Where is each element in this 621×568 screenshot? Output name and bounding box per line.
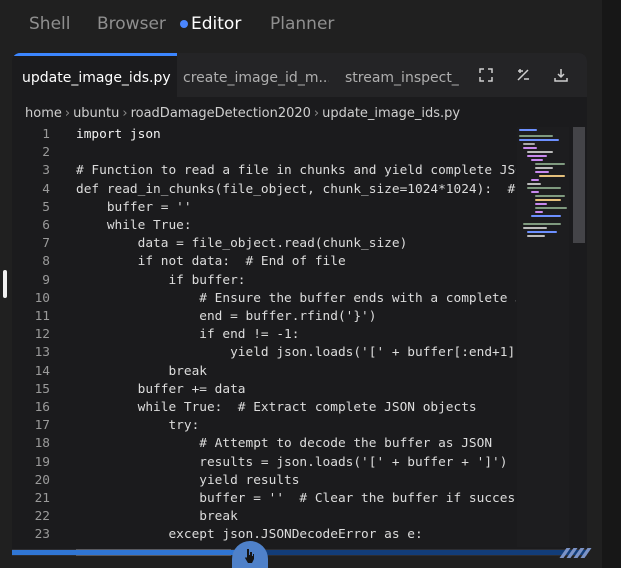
line-number: 4 [42, 181, 50, 197]
right-side-panel [602, 0, 621, 568]
code-line[interactable]: 19 results = json.loads('[' + buffer + '… [12, 454, 587, 472]
code-line-text[interactable]: try: [76, 417, 516, 435]
breadcrumb-file[interactable]: update_image_ids.py [322, 106, 460, 121]
code-line[interactable]: 23 except json.JSONDecodeError as e: [12, 526, 587, 543]
code-line-text[interactable]: yield json.loads('[' + buffer[:end+1] + [76, 344, 516, 362]
code-line[interactable]: 8 if not data: # End of file [12, 253, 587, 271]
code-line-text[interactable]: # Attempt to decode the buffer as JSON [76, 435, 516, 453]
line-number: 12 [34, 327, 50, 343]
hand-cursor-icon [244, 547, 255, 563]
code-line[interactable]: 20 yield results [12, 472, 587, 490]
code-line-text[interactable]: break [76, 508, 516, 526]
line-number: 7 [42, 236, 50, 252]
line-number: 19 [34, 454, 50, 470]
code-line[interactable]: 7 data = file_object.read(chunk_size) [12, 235, 587, 253]
code-line[interactable]: 16 while True: # Extract complete JSON o… [12, 399, 587, 417]
line-number: 17 [34, 418, 50, 434]
download-icon[interactable] [553, 67, 569, 83]
line-number: 21 [34, 491, 50, 506]
code-line[interactable]: 21 buffer = '' # Clear the buffer if suc… [12, 490, 587, 508]
code-line-text[interactable]: if buffer: [76, 272, 516, 290]
code-line-text[interactable]: buffer += data [76, 381, 516, 399]
breadcrumb-home[interactable]: home [25, 106, 62, 121]
code-minimap[interactable] [517, 127, 569, 547]
line-number: 2 [42, 145, 50, 161]
breadcrumb-separator-icon: › [64, 106, 71, 121]
tab-planner[interactable]: Planner [270, 14, 334, 34]
breadcrumb-project[interactable]: roadDamageDetection2020 [131, 106, 311, 121]
tab-editor[interactable]: Editor [191, 14, 241, 34]
line-number: 20 [34, 472, 50, 488]
code-line-text[interactable]: end = buffer.rfind('}') [76, 308, 516, 326]
line-number: 18 [34, 436, 50, 452]
code-line[interactable]: 4 def read_in_chunks(file_object, chunk_s… [12, 181, 587, 199]
line-number: 14 [34, 363, 50, 379]
active-tab-dot-icon [180, 20, 188, 28]
code-line[interactable]: 3 # Function to read a file in chunks and… [12, 162, 587, 180]
file-tab-create-image-id[interactable]: create_image_id_m... [183, 53, 329, 97]
line-number: 16 [34, 400, 50, 415]
code-line[interactable]: 9 if buffer: [12, 272, 587, 290]
line-number: 22 [34, 509, 50, 525]
code-line-text[interactable]: # Ensure the buffer ends with a complete… [76, 290, 516, 308]
line-number: 10 [34, 290, 50, 306]
code-line-text[interactable]: break [76, 363, 516, 381]
code-line-text[interactable]: # Function to read a file in chunks and … [76, 162, 516, 180]
tab-shell[interactable]: Shell [29, 14, 70, 34]
code-line-text[interactable]: def read_in_chunks(file_object, chunk_si… [76, 181, 516, 199]
code-line-text[interactable]: while True: # Extract complete JSON obje… [76, 399, 516, 417]
code-line[interactable]: 10 # Ensure the buffer ends with a compl… [12, 290, 587, 308]
code-line[interactable]: 2 [12, 144, 587, 162]
code-line[interactable]: 18 # Attempt to decode the buffer as JSO… [12, 435, 587, 453]
code-line-text[interactable]: if end != -1: [76, 326, 516, 344]
line-number: 11 [34, 309, 50, 324]
code-line[interactable]: 12 if end != -1: [12, 326, 587, 344]
line-number: 8 [42, 254, 50, 270]
app-top-bar: Shell Browser Editor Planner [0, 0, 621, 50]
file-tab-stream-inspect[interactable]: stream_inspect_ [345, 53, 462, 97]
diff-icon[interactable] [515, 67, 531, 83]
code-line[interactable]: 1 import json [12, 126, 587, 144]
line-number: 23 [34, 527, 50, 543]
line-number: 1 [42, 127, 50, 142]
code-line[interactable]: 13 yield json.loads('[' + buffer[:end+1]… [12, 344, 587, 362]
breadcrumb-separator-icon: › [122, 106, 128, 121]
code-line[interactable]: 22 break [12, 508, 587, 526]
code-line[interactable]: 15 buffer += data [12, 381, 587, 399]
code-line-text[interactable]: buffer = '' [76, 199, 516, 217]
progress-fill [12, 550, 248, 555]
code-line[interactable]: 11 end = buffer.rfind('}') [12, 308, 587, 326]
tab-browser[interactable]: Browser [97, 14, 166, 34]
file-tab-update-image-ids[interactable]: update_image_ids.py [12, 53, 177, 97]
code-line-text[interactable]: import json [76, 126, 516, 144]
file-tabs-row: update_image_ids.py create_image_id_m...… [12, 53, 587, 97]
breadcrumb-separator-icon: › [313, 106, 320, 121]
code-line-text[interactable]: except json.JSONDecodeError as e: [76, 526, 516, 543]
code-line-text[interactable]: data = file_object.read(chunk_size) [76, 235, 516, 253]
code-line[interactable]: 14 break [12, 363, 587, 381]
fullscreen-icon[interactable] [478, 67, 494, 83]
code-line[interactable]: 5 buffer = '' [12, 199, 587, 217]
code-line-text[interactable]: yield results [76, 472, 516, 490]
code-line-text[interactable]: if not data: # End of file [76, 253, 516, 271]
code-line-text[interactable]: buffer = '' # Clear the buffer if succes… [76, 490, 516, 508]
left-resize-handle[interactable] [3, 270, 7, 298]
code-line-text[interactable]: while True: [76, 217, 516, 235]
code-line-text[interactable]: results = json.loads('[' + buffer + ']') [76, 454, 516, 472]
line-number: 15 [34, 381, 50, 397]
breadcrumb: home › ubuntu › roadDamageDetection2020 › upda… [25, 106, 460, 121]
line-number: 9 [42, 272, 50, 288]
code-line[interactable]: 17 try: [12, 417, 587, 435]
vertical-scrollbar[interactable] [573, 127, 585, 243]
code-line[interactable]: 6 while True: [12, 217, 587, 235]
breadcrumb-ubuntu[interactable]: ubuntu [73, 106, 119, 121]
line-number: 5 [42, 199, 50, 215]
line-number: 13 [34, 345, 50, 361]
editor-window: update_image_ids.py create_image_id_m...… [12, 53, 587, 556]
line-number: 3 [42, 163, 50, 179]
code-editor[interactable]: 1 import json 2 3 # Function to read a file … [12, 126, 587, 543]
line-number: 6 [42, 218, 50, 233]
